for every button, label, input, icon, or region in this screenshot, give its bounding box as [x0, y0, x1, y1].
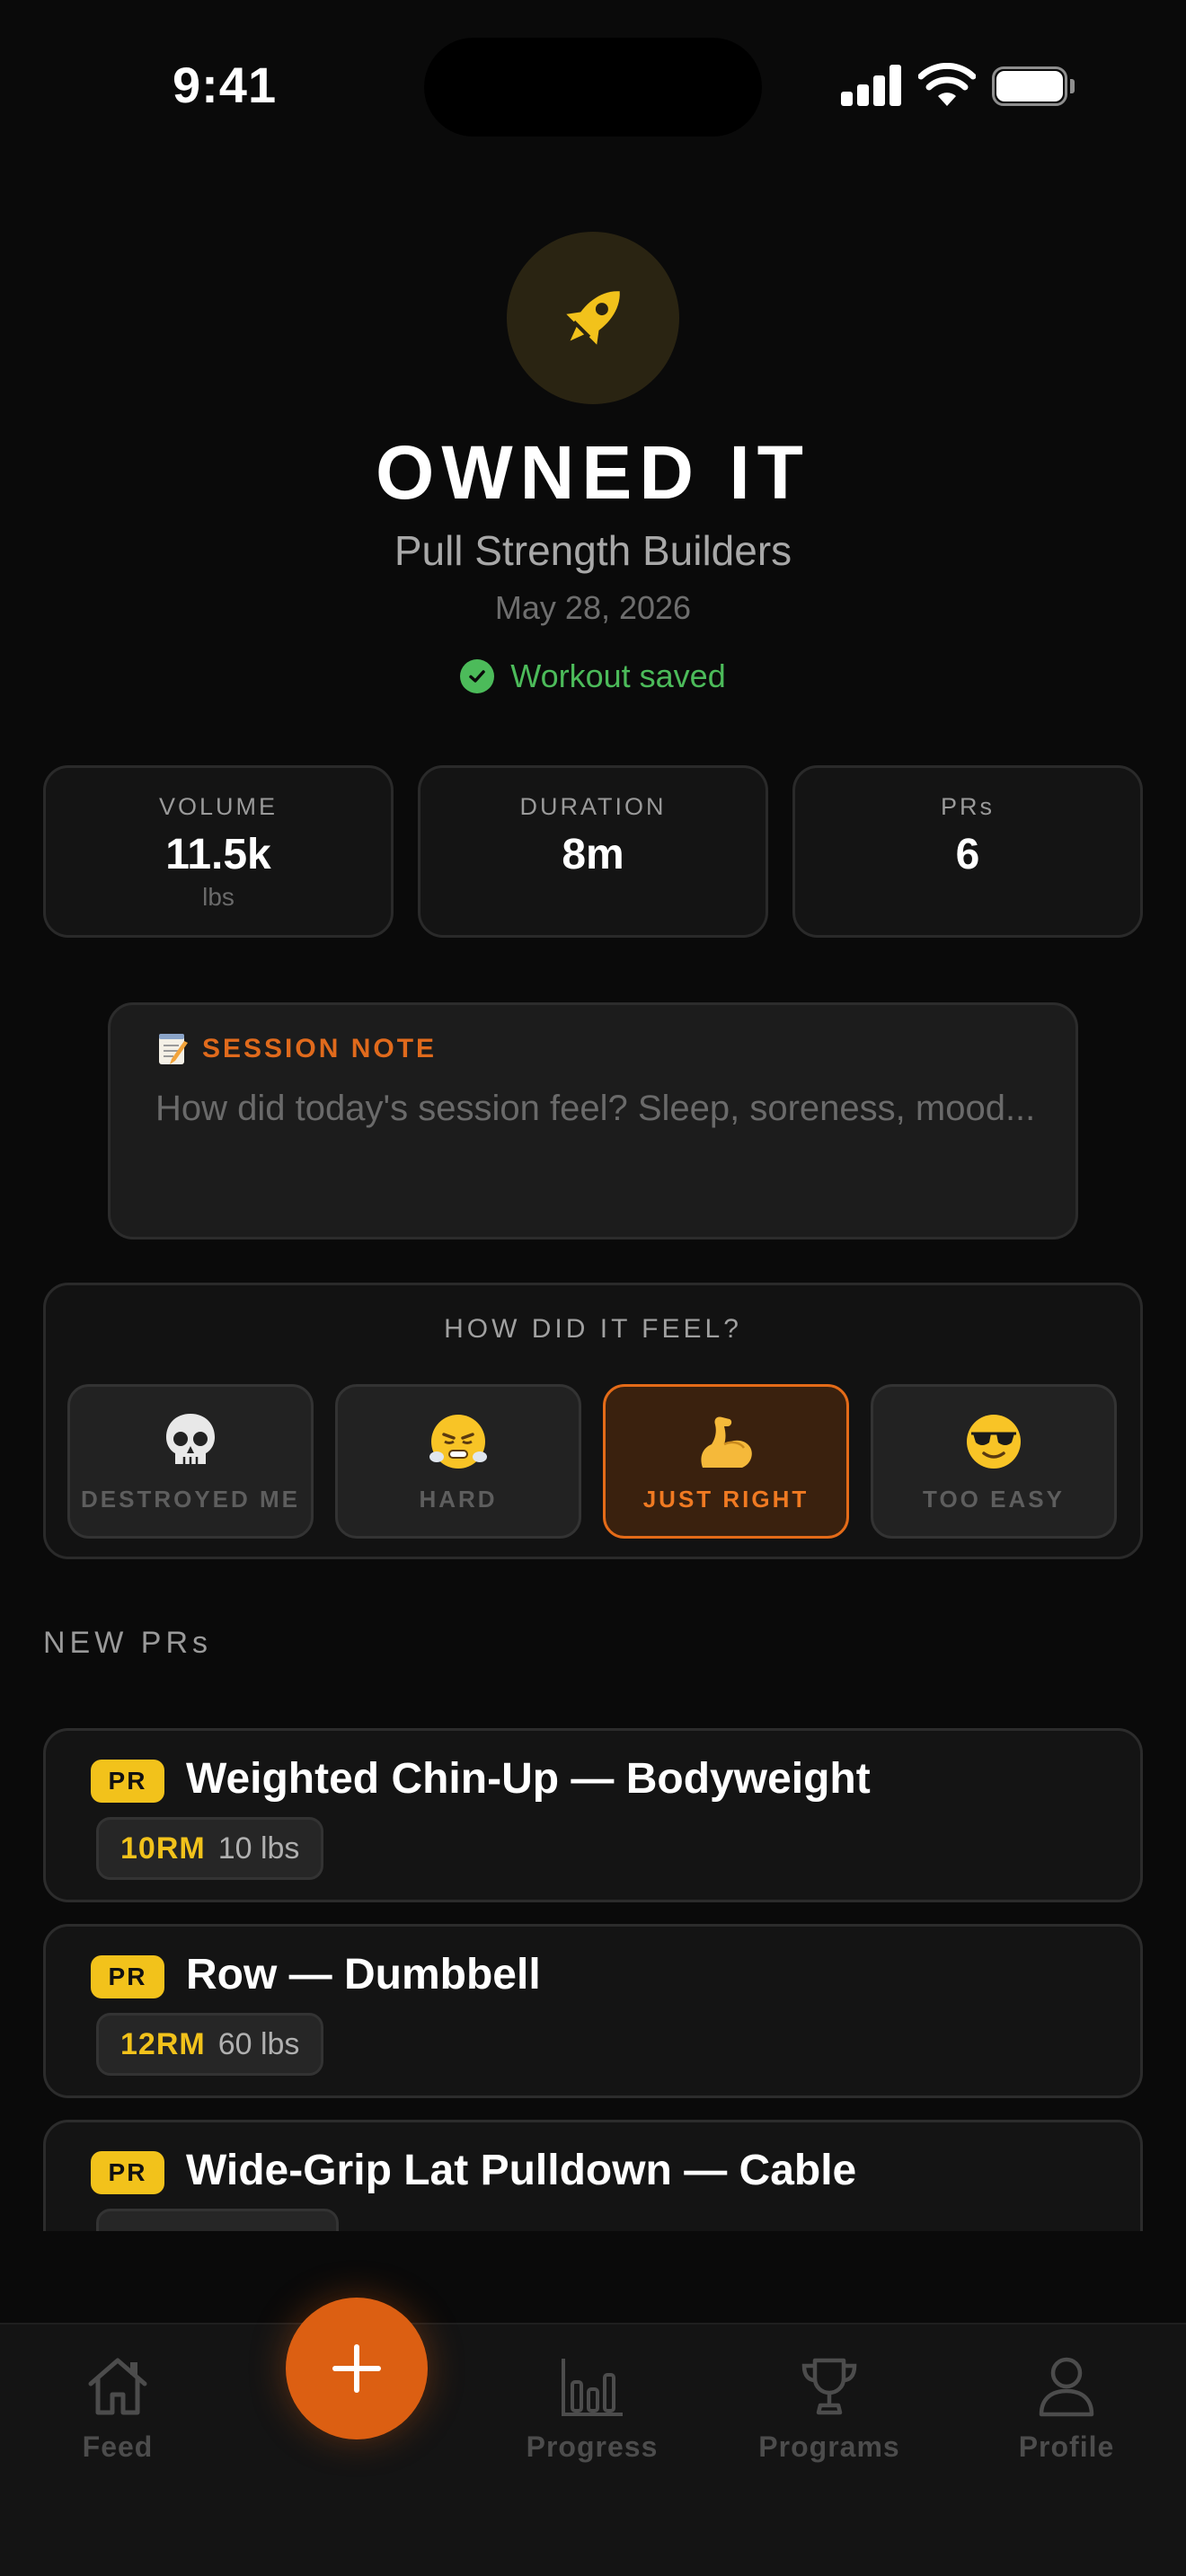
pr-rep-max: 10RM [120, 1831, 206, 1866]
feel-rating-title: HOW DID IT FEEL? [444, 1314, 742, 1344]
tab-programs[interactable]: Programs [730, 2342, 928, 2464]
pr-exercise-name: Row — Dumbbell [186, 1951, 541, 1998]
feel-option-just-right[interactable]: JUST RIGHT [603, 1384, 849, 1539]
stat-label: PRs [940, 793, 995, 820]
tab-bar: Feed Progress Programs Profile [0, 2323, 1186, 2576]
session-note-input[interactable] [155, 1082, 1036, 1217]
stat-card-duration: DURATION 8m [418, 765, 768, 938]
pr-rep-max: 12RM [120, 2026, 206, 2061]
bar-chart-icon [493, 2342, 691, 2418]
pr-card[interactable]: PR Weighted Chin-Up — Bodyweight 10RM 10… [43, 1728, 1143, 1902]
pr-card[interactable]: PR Wide-Grip Lat Pulldown — Cable [43, 2120, 1143, 2231]
pr-card[interactable]: PR Row — Dumbbell 12RM 60 lbs [43, 1924, 1143, 2098]
session-note-card: SESSION NOTE [108, 1002, 1078, 1239]
page-title: OWNED IT [376, 430, 810, 515]
feel-option-label: DESTROYED ME [80, 1486, 301, 1513]
feel-option-label: JUST RIGHT [642, 1486, 810, 1513]
wifi-icon [918, 63, 976, 106]
cellular-signal-icon [841, 65, 902, 106]
rocket-icon [507, 232, 679, 404]
tab-label: Programs [758, 2430, 900, 2463]
stat-card-volume: VOLUME 11.5k lbs [43, 765, 394, 938]
stat-label: DURATION [519, 793, 667, 820]
skull-icon [70, 1410, 311, 1473]
pr-exercise-name: Weighted Chin-Up — Bodyweight [186, 1755, 871, 1803]
workout-name: Pull Strength Builders [394, 527, 792, 574]
pr-record-chip [96, 2209, 339, 2231]
tab-label: Profile [1018, 2430, 1115, 2463]
feel-option-label: TOO EASY [923, 1486, 1065, 1513]
stat-unit: lbs [202, 883, 235, 911]
stat-label: VOLUME [158, 793, 279, 820]
saved-status: Workout saved [0, 657, 1186, 695]
plus-icon [332, 2344, 381, 2393]
sunglasses-face-icon [873, 1410, 1114, 1473]
pr-badge: PR [91, 1760, 164, 1803]
feel-option-label: HARD [419, 1486, 498, 1513]
workout-date: May 28, 2026 [494, 589, 692, 626]
stat-card-prs: PRs 6 [792, 765, 1143, 938]
pr-record-chip: 10RM 10 lbs [96, 1817, 324, 1880]
add-workout-button[interactable] [286, 2298, 428, 2439]
memo-icon [159, 1034, 188, 1064]
tab-feed[interactable]: Feed [19, 2342, 217, 2464]
tab-label: Progress [526, 2430, 659, 2463]
check-circle-icon [460, 659, 495, 693]
feel-option-hard[interactable]: HARD [335, 1384, 581, 1539]
person-icon [968, 2342, 1165, 2418]
feel-option-destroyed[interactable]: DESTROYED ME [67, 1384, 314, 1539]
pr-record-chip: 12RM 60 lbs [96, 2013, 324, 2076]
trophy-icon [730, 2342, 928, 2418]
tab-progress[interactable]: Progress [493, 2342, 691, 2464]
session-note-label: SESSION NOTE [202, 1034, 438, 1063]
home-icon [19, 2342, 217, 2418]
feel-option-too-easy[interactable]: TOO EASY [871, 1384, 1117, 1539]
session-note-header: SESSION NOTE [157, 1032, 437, 1066]
pr-weight: 10 lbs [217, 1831, 300, 1866]
saved-text: Workout saved [510, 657, 726, 694]
stat-value: 6 [955, 831, 980, 878]
status-bar: 9:41 [0, 0, 1186, 171]
feel-rating-card: HOW DID IT FEEL? DESTROYED ME HARD JUST … [43, 1283, 1143, 1559]
pr-badge: PR [91, 1955, 164, 1998]
new-prs-title: NEW PRs [43, 1626, 212, 1660]
tab-label: Feed [82, 2430, 154, 2463]
pr-list[interactable]: PR Weighted Chin-Up — Bodyweight 10RM 10… [0, 1728, 1186, 2231]
status-time: 9:41 [173, 57, 278, 113]
tab-profile[interactable]: Profile [968, 2342, 1165, 2464]
pr-badge: PR [91, 2151, 164, 2194]
pr-weight: 60 lbs [217, 2026, 300, 2061]
battery-icon [992, 66, 1075, 106]
stat-value: 11.5k [165, 831, 271, 878]
flexed-biceps-icon [606, 1410, 846, 1473]
pr-exercise-name: Wide-Grip Lat Pulldown — Cable [186, 2147, 857, 2194]
stat-value: 8m [562, 831, 624, 878]
steam-face-icon [338, 1410, 579, 1473]
dynamic-island [424, 38, 762, 137]
